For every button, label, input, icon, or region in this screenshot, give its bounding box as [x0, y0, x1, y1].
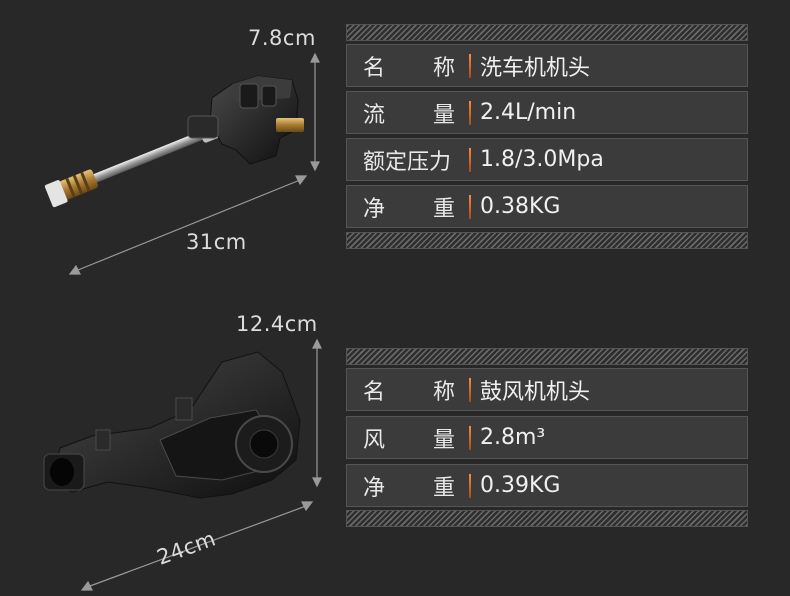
spec-value: 2.8m³: [480, 425, 546, 450]
product2-height-dimension: 12.4cm: [236, 312, 318, 336]
spec-row-weight: 净 重 0.39KG: [346, 464, 748, 507]
spec-row-name: 名 称 洗车机机头: [346, 44, 748, 87]
table-top-stripe: [346, 24, 748, 41]
spec-row-airflow: 风 量 2.8m³: [346, 416, 748, 459]
product1-length-dimension: 31cm: [186, 230, 247, 254]
accent-bar: [469, 377, 471, 402]
spec-row-flow: 流 量 2.4L/min: [346, 91, 748, 134]
spec-value: 0.38KG: [480, 194, 561, 219]
accent-bar: [469, 147, 471, 172]
spec-value: 洗车机机头: [480, 55, 591, 81]
spec-label: 净 重: [363, 196, 455, 222]
table-top-stripe: [346, 348, 748, 365]
spec-value: 2.4L/min: [480, 100, 577, 125]
spec-row-pressure: 额定压力 1.8/3.0Mpa: [346, 138, 748, 181]
accent-bar: [469, 473, 471, 498]
accent-bar: [469, 194, 471, 219]
spec-row-weight: 净 重 0.38KG: [346, 185, 748, 228]
spec-label: 额定压力: [363, 149, 452, 175]
accent-bar: [469, 425, 471, 450]
spec-label: 净 重: [363, 475, 455, 501]
accent-bar: [469, 53, 471, 78]
spec-label: 名 称: [363, 379, 455, 405]
table-bottom-stripe: [346, 232, 748, 249]
accent-bar: [469, 100, 471, 125]
spec-label: 风 量: [363, 427, 455, 453]
product1-height-dimension: 7.8cm: [248, 26, 316, 50]
spec-label: 名 称: [363, 55, 455, 81]
spec-value: 鼓风机机头: [480, 379, 591, 405]
spec-value: 0.39KG: [480, 473, 561, 498]
table-bottom-stripe: [346, 510, 748, 527]
spec-row-name: 名 称 鼓风机机头: [346, 368, 748, 411]
spec-label: 流 量: [363, 102, 455, 128]
spec-value: 1.8/3.0Mpa: [480, 147, 604, 172]
washer-head-image: [44, 52, 320, 275]
